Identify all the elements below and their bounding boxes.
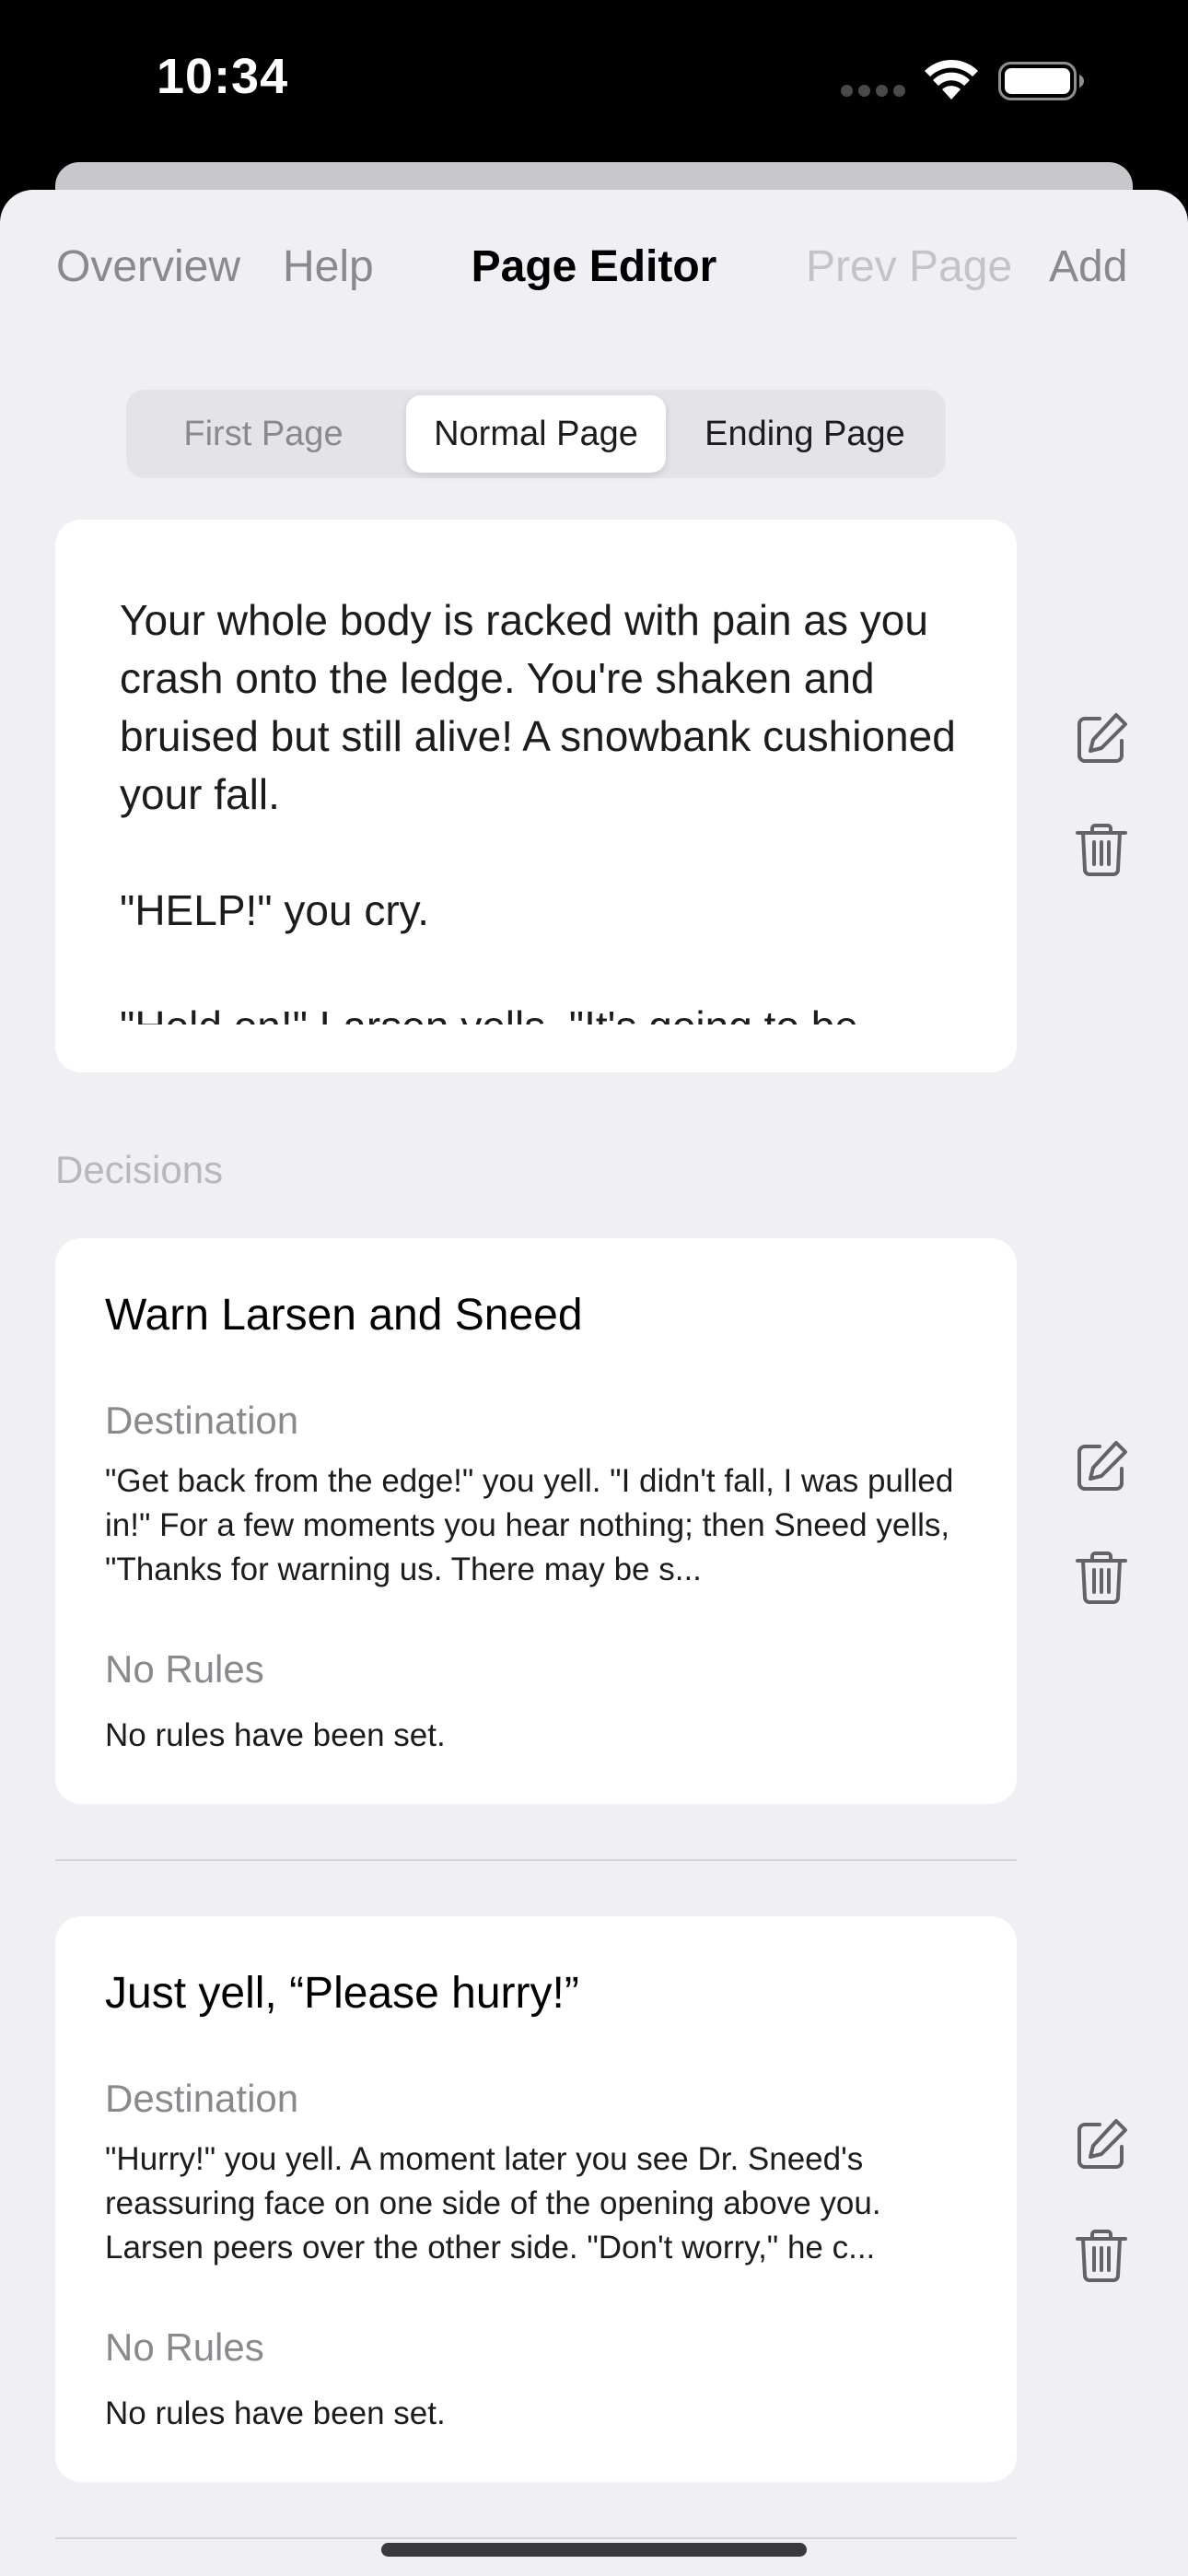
trash-icon[interactable] (1072, 1548, 1131, 1607)
navigation-bar: Page Editor Overview Help Prev Page Add (0, 241, 1188, 306)
decision-card[interactable]: Just yell, “Please hurry!” Destination "… (55, 1916, 1017, 2482)
page-text-card[interactable]: Your whole body is racked with pain as y… (55, 520, 1017, 1072)
edit-icon[interactable] (1072, 2115, 1131, 2174)
prev-page-button[interactable]: Prev Page (806, 241, 1012, 292)
edit-icon[interactable] (1072, 709, 1131, 768)
decision-title: Warn Larsen and Sneed (105, 1291, 583, 1340)
trash-icon[interactable] (1072, 820, 1131, 879)
destination-text: "Hurry!" you yell. A moment later you se… (105, 2141, 881, 2266)
destination-label: Destination (105, 1399, 299, 1442)
decisions-section-header: Decisions (55, 1148, 224, 1191)
help-button[interactable]: Help (283, 241, 374, 292)
segment-ending-page[interactable]: Ending Page (671, 395, 938, 473)
divider (55, 2537, 1017, 2539)
divider (55, 1859, 1017, 1861)
page-type-segmented-control: First Page Normal Page Ending Page (126, 390, 946, 478)
cellular-signal-icon (841, 85, 905, 98)
segment-first-page[interactable]: First Page (132, 395, 395, 473)
add-button[interactable]: Add (1049, 241, 1127, 292)
rules-text: No rules have been set. (105, 1717, 446, 1753)
trash-icon[interactable] (1072, 2226, 1131, 2285)
destination-label: Destination (105, 2077, 299, 2120)
page-editor-sheet: Page Editor Overview Help Prev Page Add … (0, 190, 1188, 2576)
wifi-icon (925, 59, 978, 100)
edit-icon[interactable] (1072, 1437, 1131, 1496)
segment-normal-page[interactable]: Normal Page (406, 395, 666, 473)
page-text: Your whole body is racked with pain as y… (120, 596, 956, 1025)
rules-label: No Rules (105, 1647, 264, 1691)
decision-title: Just yell, “Please hurry!” (105, 1969, 579, 2018)
rules-text: No rules have been set. (105, 2395, 446, 2431)
decision-card[interactable]: Warn Larsen and Sneed Destination "Get b… (55, 1238, 1017, 1804)
status-time: 10:34 (157, 49, 289, 104)
battery-icon (998, 62, 1084, 100)
overview-button[interactable]: Overview (56, 241, 240, 292)
home-indicator[interactable] (381, 2543, 807, 2557)
destination-text: "Get back from the edge!" you yell. "I d… (105, 1463, 954, 1587)
rules-label: No Rules (105, 2325, 264, 2369)
status-bar: 10:34 (0, 0, 1188, 166)
